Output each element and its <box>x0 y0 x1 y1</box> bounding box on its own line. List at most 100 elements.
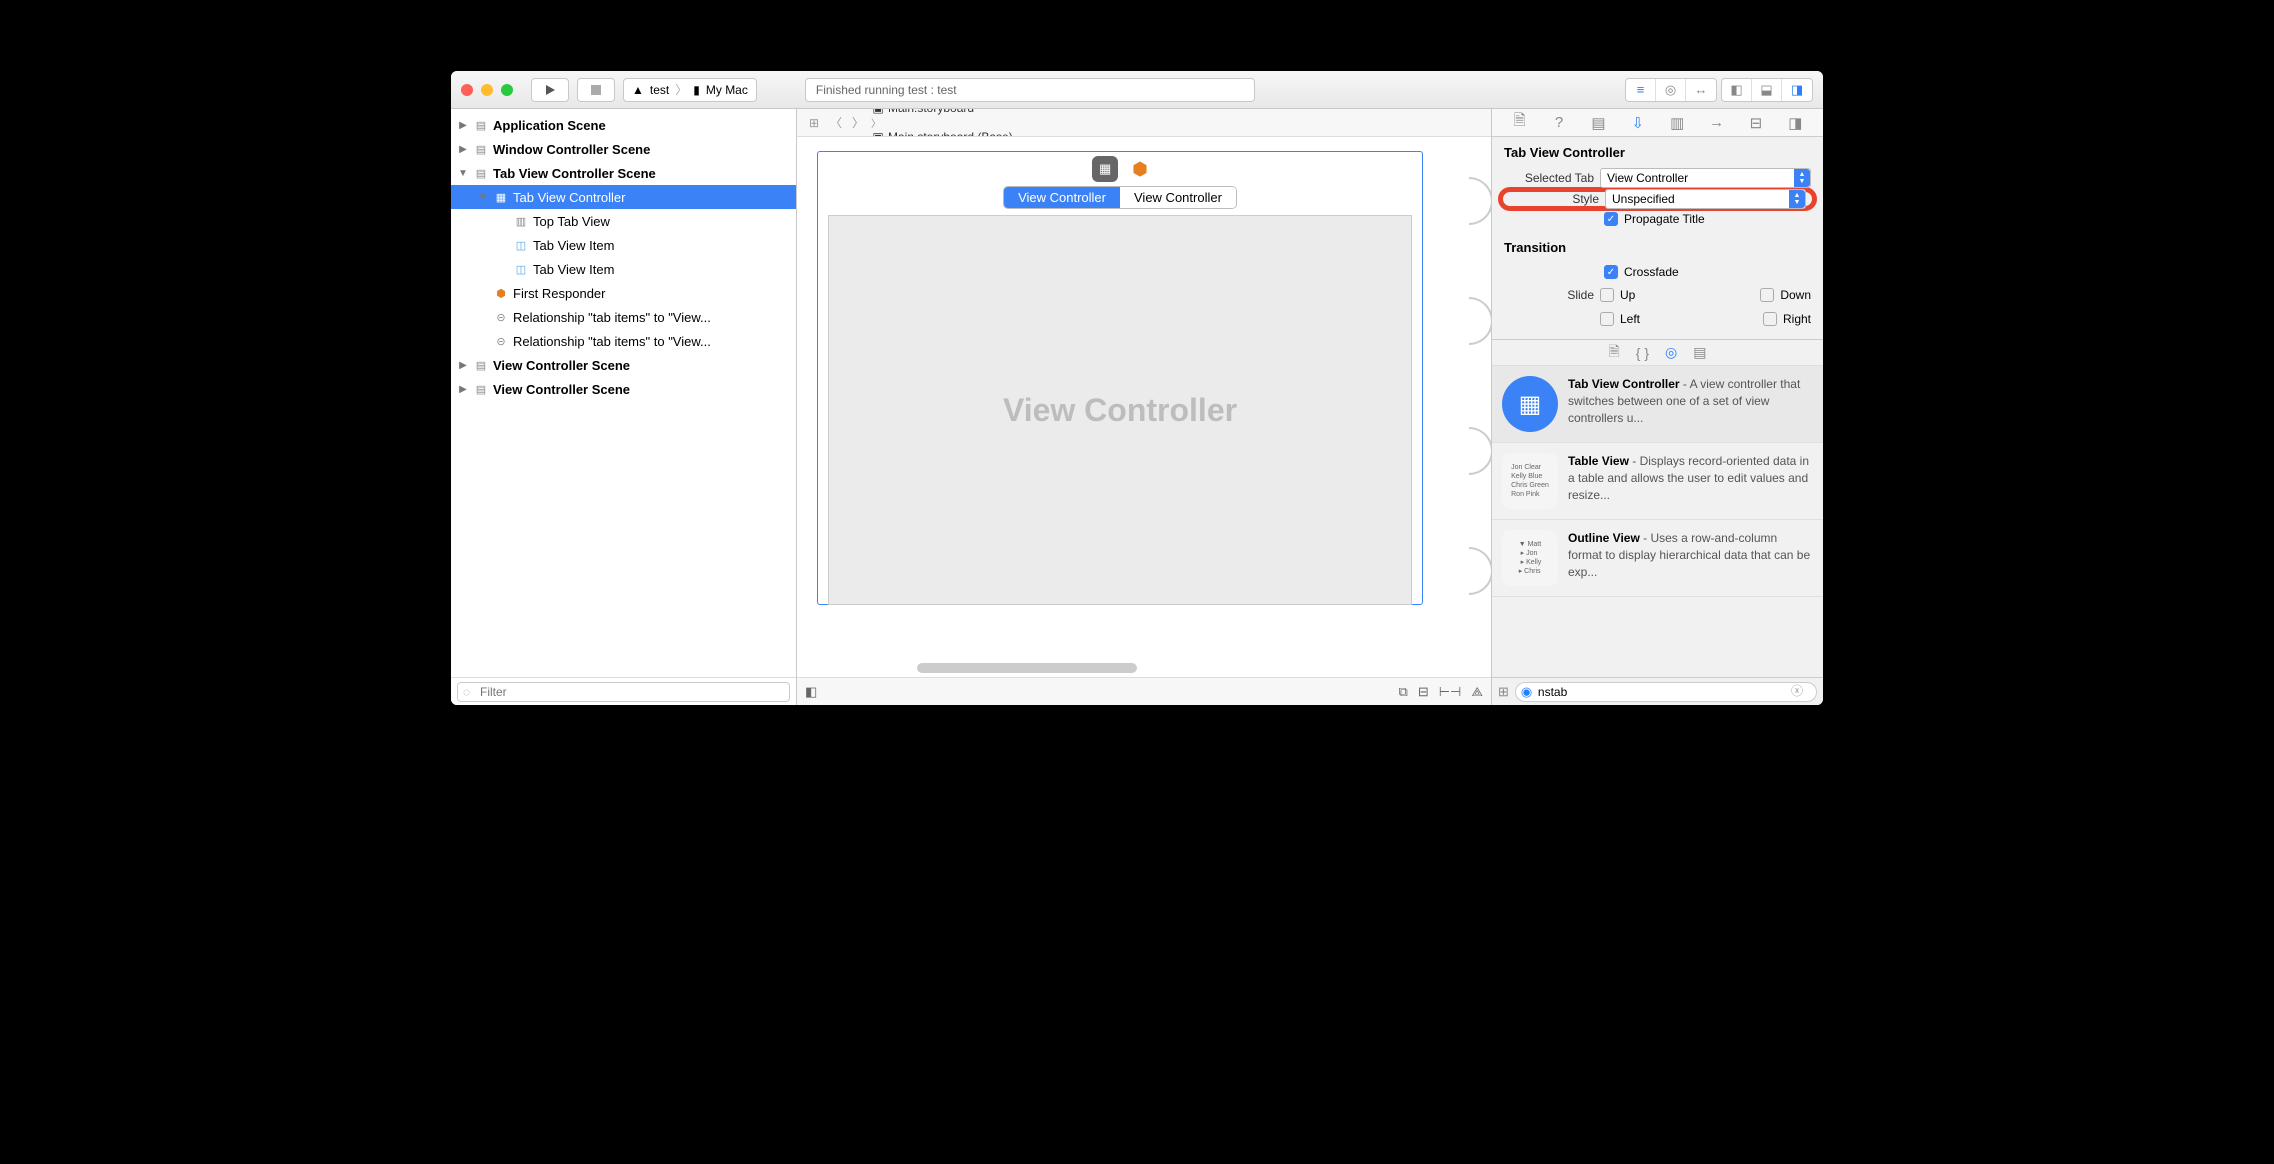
code-snippet-icon[interactable]: { } <box>1636 345 1649 361</box>
outline-row[interactable]: ▶▤Application Scene <box>451 113 796 137</box>
slide-up-checkbox[interactable] <box>1600 288 1614 302</box>
storyboard-canvas[interactable]: ▦ ⬢ View Controller View Controller View… <box>797 137 1491 677</box>
style-popup[interactable]: Unspecified ▲▼ <box>1605 189 1806 209</box>
storyboard-icon: ▣ <box>871 130 885 137</box>
propagate-label: Propagate Title <box>1624 212 1705 226</box>
library-item[interactable]: ▦Tab View Controller - A view controller… <box>1492 366 1823 443</box>
propagate-checkbox[interactable]: ✓ <box>1604 212 1618 226</box>
traffic-lights <box>461 84 513 96</box>
outline-row[interactable]: ▼▦Tab View Controller <box>451 185 796 209</box>
clear-filter-button[interactable]: ⓧ <box>1791 682 1803 699</box>
tab-vc-section: Tab View Controller Selected Tab View Co… <box>1492 137 1823 339</box>
version-editor-icon[interactable]: ↔ <box>1686 79 1716 101</box>
scene-icon: ▤ <box>473 141 489 157</box>
jump-bar[interactable]: ⊞ 〈 〉 🔶test〉📁test〉▣Main.storyboard〉▣Main… <box>797 109 1491 137</box>
zoom-window-button[interactable] <box>501 84 513 96</box>
disclosure-triangle-icon[interactable]: ▶ <box>457 360 469 371</box>
outline-row[interactable]: ▶▤View Controller Scene <box>451 353 796 377</box>
segue-curve <box>1469 427 1491 475</box>
embed-icon[interactable]: ⧉ <box>1399 684 1408 700</box>
stop-button[interactable] <box>577 78 615 102</box>
connections-inspector-icon[interactable]: → <box>1704 114 1730 131</box>
scheme-selector[interactable]: ▲ test 〉 ▮ My Mac <box>623 78 757 102</box>
outline-row[interactable]: ⬢First Responder <box>451 281 796 305</box>
outline-row[interactable]: ▶ ▤ Window Controller Scene <box>451 137 796 161</box>
bindings-inspector-icon[interactable]: ⊟ <box>1743 114 1769 132</box>
library-item-text: Table View - Displays record-oriented da… <box>1568 453 1813 509</box>
align-icon[interactable]: ⊟ <box>1418 684 1429 700</box>
outline-tree[interactable]: ▶▤Application Scene▶▤Window Controller S… <box>451 109 796 677</box>
outline-label: View Controller Scene <box>493 358 630 373</box>
identity-inspector-icon[interactable]: ▤ <box>1585 114 1611 132</box>
forward-button[interactable]: 〉 <box>849 114 867 131</box>
outline-row[interactable]: ▥Top Tab View <box>451 209 796 233</box>
canvas-viewport[interactable]: ▦ ⬢ View Controller View Controller View… <box>797 137 1491 677</box>
crossfade-checkbox[interactable]: ✓ <box>1604 265 1618 279</box>
run-button[interactable] <box>531 78 569 102</box>
blue-circle-icon: ▦ <box>1502 376 1558 432</box>
file-inspector-icon[interactable]: 🗎 <box>1507 110 1533 135</box>
outline-label: First Responder <box>513 286 605 301</box>
close-window-button[interactable] <box>461 84 473 96</box>
disclosure-triangle-icon[interactable]: ▶ <box>457 384 469 395</box>
related-items-icon[interactable]: ⊞ <box>805 116 823 130</box>
left-label: Left <box>1620 312 1640 326</box>
tab-view-controller-scene[interactable]: ▦ ⬢ View Controller View Controller View… <box>817 151 1423 605</box>
editor-mode-selector[interactable]: ≡ ◎ ↔ <box>1625 78 1717 102</box>
outline-row[interactable]: ◫Tab View Item <box>451 233 796 257</box>
disclosure-triangle-icon[interactable]: ▶ <box>457 120 469 131</box>
tab-2[interactable]: View Controller <box>1120 187 1236 208</box>
outline-row[interactable]: ▼▤Tab View Controller Scene <box>451 161 796 185</box>
scene-icon: ▤ <box>473 117 489 133</box>
tabview-icon: ▥ <box>513 213 529 229</box>
library-item[interactable]: ▼ Matt ▸ Jon ▸ Kelly▸ ChrisOutline View … <box>1492 520 1823 597</box>
outline-filter-input[interactable] <box>457 682 790 702</box>
style-label: Style <box>1509 192 1599 206</box>
lib-item-title: Tab View Controller <box>1568 377 1680 391</box>
disclosure-triangle-icon[interactable]: ▼ <box>457 168 469 179</box>
file-template-icon[interactable]: 🗎 <box>1609 341 1620 365</box>
outline-row[interactable]: ⊝Relationship "tab items" to "View... <box>451 329 796 353</box>
assistant-editor-icon[interactable]: ◎ <box>1656 79 1686 101</box>
horizontal-scrollbar[interactable] <box>917 663 1137 673</box>
disclosure-triangle-icon[interactable]: ▼ <box>477 192 489 203</box>
main-body: ▶▤Application Scene▶▤Window Controller S… <box>451 109 1823 705</box>
library-list[interactable]: ▦Tab View Controller - A view controller… <box>1492 366 1823 677</box>
object-library-icon[interactable]: ◎ <box>1665 344 1677 361</box>
toggle-navigator-button[interactable]: ◧ <box>1722 79 1752 101</box>
back-button[interactable]: 〈 <box>827 114 845 131</box>
grid-toggle-icon[interactable]: ⊞ <box>1498 684 1509 700</box>
breadcrumb-item[interactable]: ▣Main.storyboard <box>871 109 1029 115</box>
standard-editor-icon[interactable]: ≡ <box>1626 79 1656 101</box>
outline-row[interactable]: ◫Tab View Item <box>451 257 796 281</box>
outline-row[interactable]: ⊝Relationship "tab items" to "View... <box>451 305 796 329</box>
scene-icon: ▤ <box>473 165 489 181</box>
selected-tab-popup[interactable]: View Controller ▲▼ <box>1600 168 1811 188</box>
tab-1[interactable]: View Controller <box>1004 187 1120 208</box>
section-title: Tab View Controller <box>1504 145 1811 160</box>
slide-left-checkbox[interactable] <box>1600 312 1614 326</box>
panel-toggle-group: ◧ ⬓ ◨ <box>1721 78 1813 102</box>
toggle-outline-icon[interactable]: ◧ <box>805 684 817 700</box>
library-item[interactable]: Jon ClearKelly BlueChris GreenRon PinkTa… <box>1492 443 1823 520</box>
slide-down-checkbox[interactable] <box>1760 288 1774 302</box>
disclosure-triangle-icon[interactable]: ▶ <box>457 144 469 155</box>
outline-label: Window Controller Scene <box>493 142 650 157</box>
minimize-window-button[interactable] <box>481 84 493 96</box>
library-filter-input[interactable] <box>1515 682 1817 702</box>
resolve-icon[interactable]: ⟁ <box>1471 684 1483 700</box>
chevron-icon: 〉 <box>675 81 687 98</box>
attributes-inspector-icon[interactable]: ⇩ <box>1625 114 1651 132</box>
outline-row[interactable]: ▶▤View Controller Scene <box>451 377 796 401</box>
breadcrumb-item[interactable]: ▣Main.storyboard (Base) <box>871 130 1029 137</box>
right-label: Right <box>1783 312 1811 326</box>
size-inspector-icon[interactable]: ▥ <box>1664 114 1690 132</box>
media-library-icon[interactable]: ▤ <box>1693 344 1706 361</box>
slide-right-checkbox[interactable] <box>1763 312 1777 326</box>
toggle-inspector-button[interactable]: ◨ <box>1782 79 1812 101</box>
effects-inspector-icon[interactable]: ◨ <box>1782 114 1808 132</box>
outline-label: Tab View Controller <box>513 190 625 205</box>
pin-icon[interactable]: ⊢⊣ <box>1439 684 1462 700</box>
help-inspector-icon[interactable]: ? <box>1546 114 1572 131</box>
toggle-debug-button[interactable]: ⬓ <box>1752 79 1782 101</box>
